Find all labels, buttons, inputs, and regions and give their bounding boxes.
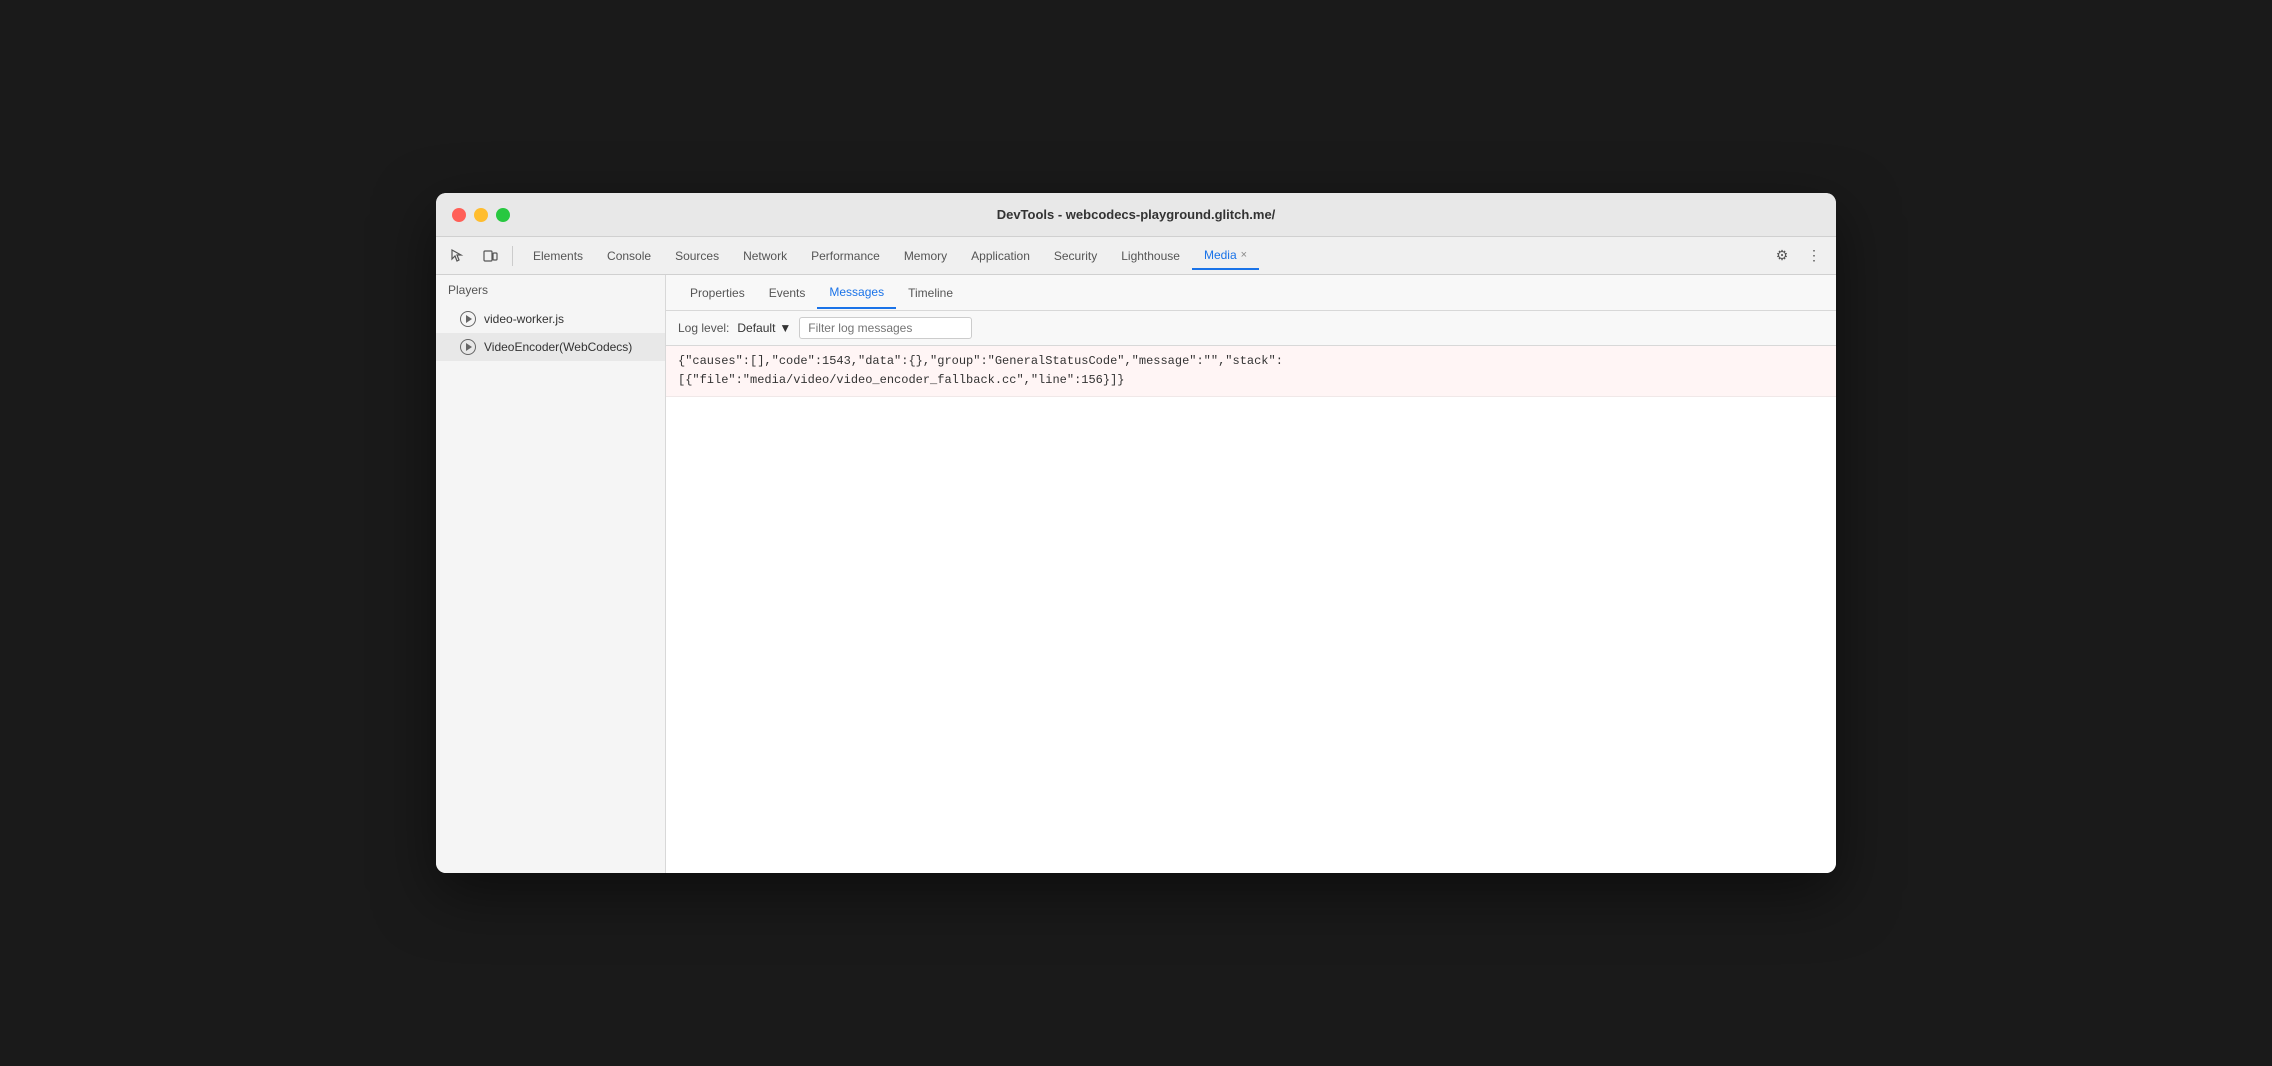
settings-button[interactable]: ⚙ bbox=[1768, 242, 1796, 270]
tab-elements[interactable]: Elements bbox=[521, 243, 595, 269]
log-entry-text: {"causes":[],"code":1543,"data":{},"grou… bbox=[678, 354, 1283, 387]
tab-security[interactable]: Security bbox=[1042, 243, 1109, 269]
play-icon-video-worker bbox=[460, 311, 476, 327]
filter-input[interactable] bbox=[799, 317, 972, 339]
tab-lighthouse[interactable]: Lighthouse bbox=[1109, 243, 1192, 269]
more-options-button[interactable]: ⋮ bbox=[1800, 242, 1828, 270]
player-item-video-encoder[interactable]: VideoEncoder(WebCodecs) bbox=[436, 333, 665, 361]
tab-performance[interactable]: Performance bbox=[799, 243, 892, 269]
panel-toolbar: Log level: Default ▼ bbox=[666, 311, 1836, 346]
sidebar-header: Players bbox=[436, 275, 665, 305]
main-tabs: Elements Console Sources Network Perform… bbox=[521, 242, 1764, 270]
tab-memory[interactable]: Memory bbox=[892, 243, 959, 269]
tab-console[interactable]: Console bbox=[595, 243, 663, 269]
tab-media[interactable]: Media × bbox=[1192, 242, 1259, 270]
devtools-window: DevTools - webcodecs-playground.glitch.m… bbox=[436, 193, 1836, 873]
cursor-icon bbox=[450, 248, 466, 264]
sidebar: Players video-worker.js VideoEncoder(Web… bbox=[436, 275, 666, 873]
player-item-video-worker[interactable]: video-worker.js bbox=[436, 305, 665, 333]
log-level-value: Default bbox=[737, 321, 775, 335]
media-tab-label: Media bbox=[1204, 248, 1237, 262]
log-level-arrow: ▼ bbox=[779, 321, 791, 335]
player-label-video-worker: video-worker.js bbox=[484, 312, 564, 326]
player-label-video-encoder: VideoEncoder(WebCodecs) bbox=[484, 340, 632, 354]
maximize-button[interactable] bbox=[496, 208, 510, 222]
tab-application[interactable]: Application bbox=[959, 243, 1042, 269]
panel-tab-messages[interactable]: Messages bbox=[817, 277, 896, 309]
settings-icon: ⚙ bbox=[1776, 247, 1789, 264]
panel-tab-timeline[interactable]: Timeline bbox=[896, 278, 965, 308]
play-triangle-2 bbox=[466, 343, 472, 351]
traffic-lights bbox=[452, 208, 510, 222]
tab-sources[interactable]: Sources bbox=[663, 243, 731, 269]
log-level-select[interactable]: Default ▼ bbox=[737, 321, 791, 335]
minimize-button[interactable] bbox=[474, 208, 488, 222]
more-icon: ⋮ bbox=[1807, 247, 1821, 264]
device-toolbar-button[interactable] bbox=[476, 242, 504, 270]
window-title: DevTools - webcodecs-playground.glitch.m… bbox=[997, 207, 1276, 222]
log-level-label: Log level: bbox=[678, 321, 729, 335]
tab-network[interactable]: Network bbox=[731, 243, 799, 269]
media-tab-close[interactable]: × bbox=[1241, 249, 1247, 261]
media-panel: Properties Events Messages Timeline Log … bbox=[666, 275, 1836, 873]
play-icon-video-encoder bbox=[460, 339, 476, 355]
play-triangle bbox=[466, 315, 472, 323]
toolbar-right: ⚙ ⋮ bbox=[1768, 242, 1828, 270]
title-bar: DevTools - webcodecs-playground.glitch.m… bbox=[436, 193, 1836, 237]
panel-tab-events[interactable]: Events bbox=[757, 278, 818, 308]
panel-tab-properties[interactable]: Properties bbox=[678, 278, 757, 308]
panel-tabs: Properties Events Messages Timeline bbox=[666, 275, 1836, 311]
toolbar-separator bbox=[512, 246, 513, 266]
device-icon bbox=[482, 248, 498, 264]
devtools-toolbar: Elements Console Sources Network Perform… bbox=[436, 237, 1836, 275]
main-content: Players video-worker.js VideoEncoder(Web… bbox=[436, 275, 1836, 873]
panel-content: {"causes":[],"code":1543,"data":{},"grou… bbox=[666, 346, 1836, 873]
log-entry: {"causes":[],"code":1543,"data":{},"grou… bbox=[666, 346, 1836, 397]
inspect-element-button[interactable] bbox=[444, 242, 472, 270]
close-button[interactable] bbox=[452, 208, 466, 222]
